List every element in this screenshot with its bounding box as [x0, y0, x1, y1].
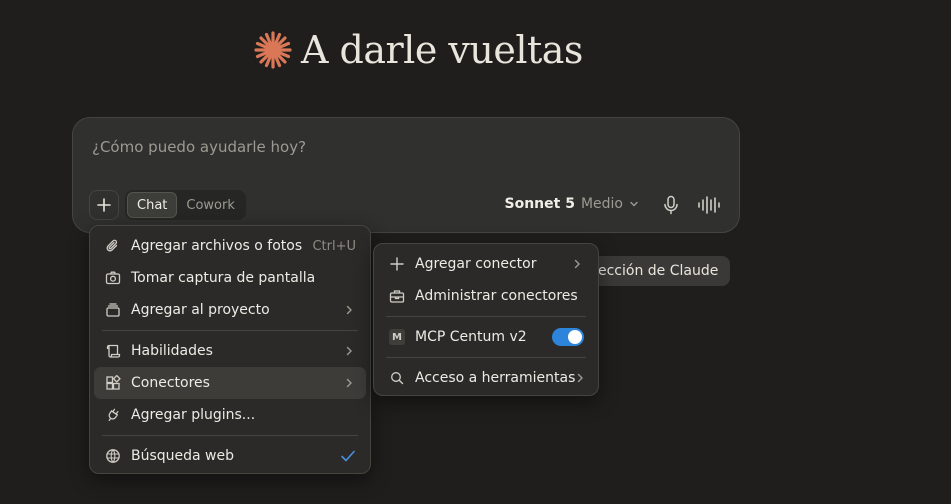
- toolbox-icon: [389, 290, 405, 303]
- plus-icon: [390, 257, 404, 271]
- connectors-submenu: Agregar conector Administrar conectores …: [373, 243, 599, 396]
- connector-badge: M: [389, 329, 405, 345]
- checkmark-icon: [341, 450, 355, 462]
- model-selector[interactable]: Sonnet 5 Medio: [505, 196, 639, 212]
- chat-composer[interactable]: ¿Cómo puedo ayudarle hoy? Chat Cowork So…: [72, 117, 740, 233]
- greeting-heading: A darle vueltas: [253, 30, 583, 70]
- chevron-right-icon: [578, 373, 584, 383]
- greeting-text: A darle vueltas: [301, 28, 583, 72]
- add-content-button[interactable]: [89, 190, 119, 220]
- menu-item-label: MCP Centum v2: [415, 329, 527, 345]
- mode-chat-button[interactable]: Chat: [127, 192, 178, 218]
- chevron-right-icon: [346, 305, 352, 315]
- suggestion-label: ección de Claude: [598, 263, 719, 279]
- menu-item-label: Acceso a herramientas: [415, 370, 576, 386]
- plug-icon: [108, 408, 119, 421]
- plus-icon: [97, 198, 111, 212]
- menu-item-label: Habilidades: [131, 343, 213, 359]
- menu-item-add-files[interactable]: Agregar archivos o fotos Ctrl+U: [94, 230, 366, 262]
- keyboard-shortcut: Ctrl+U: [312, 238, 356, 254]
- chevron-right-icon: [346, 346, 352, 356]
- prompt-input[interactable]: ¿Cómo puedo ayudarle hoy?: [92, 138, 306, 156]
- model-name: Sonnet 5: [504, 196, 575, 212]
- menu-item-label: Conectores: [131, 375, 210, 391]
- mode-switch: Chat Cowork: [125, 190, 246, 220]
- project-box-icon: [106, 303, 120, 317]
- add-content-menu: Agregar archivos o fotos Ctrl+U Tomar ca…: [89, 225, 371, 474]
- menu-item-web-search[interactable]: Búsqueda web: [94, 440, 366, 472]
- chevron-down-icon: [630, 201, 638, 207]
- menu-item-label: Búsqueda web: [131, 448, 235, 464]
- connector-toggle[interactable]: [552, 328, 584, 346]
- menu-divider: [102, 435, 358, 436]
- menu-item-connectors[interactable]: Conectores: [94, 367, 366, 399]
- menu-item-skills[interactable]: Habilidades: [94, 335, 366, 367]
- blocks-icon: [106, 375, 121, 390]
- globe-icon: [106, 449, 120, 463]
- camera-icon: [105, 271, 121, 285]
- menu-item-add-connector[interactable]: Agregar conector: [378, 248, 594, 280]
- menu-item-mcp-centum[interactable]: M MCP Centum v2: [378, 321, 594, 353]
- menu-item-tool-access[interactable]: Acceso a herramientas: [378, 362, 594, 394]
- menu-item-label: Agregar al proyecto: [131, 302, 270, 318]
- mode-cowork-button[interactable]: Cowork: [177, 192, 244, 218]
- search-icon: [391, 372, 404, 385]
- menu-item-add-plugins[interactable]: Agregar plugins...: [94, 399, 366, 431]
- menu-item-label: Agregar plugins...: [131, 407, 256, 423]
- paperclip-icon: [106, 239, 118, 252]
- claude-spark-icon: [254, 31, 292, 69]
- chevron-right-icon: [574, 259, 580, 269]
- menu-divider: [386, 316, 586, 317]
- microphone-icon[interactable]: [663, 195, 679, 215]
- menu-item-label: Agregar archivos o fotos: [131, 238, 303, 254]
- menu-divider: [102, 330, 358, 331]
- menu-item-label: Administrar conectores: [415, 288, 578, 304]
- scroll-icon: [106, 344, 121, 358]
- menu-item-label: Agregar conector: [415, 256, 537, 272]
- menu-item-manage-connectors[interactable]: Administrar conectores: [378, 280, 594, 312]
- menu-item-label: Tomar captura de pantalla: [131, 270, 316, 286]
- voice-mode-icon[interactable]: [697, 195, 721, 215]
- menu-item-add-to-project[interactable]: Agregar al proyecto: [94, 294, 366, 326]
- menu-divider: [386, 357, 586, 358]
- menu-item-screenshot[interactable]: Tomar captura de pantalla: [94, 262, 366, 294]
- chevron-right-icon: [346, 378, 352, 388]
- model-level: Medio: [580, 196, 623, 212]
